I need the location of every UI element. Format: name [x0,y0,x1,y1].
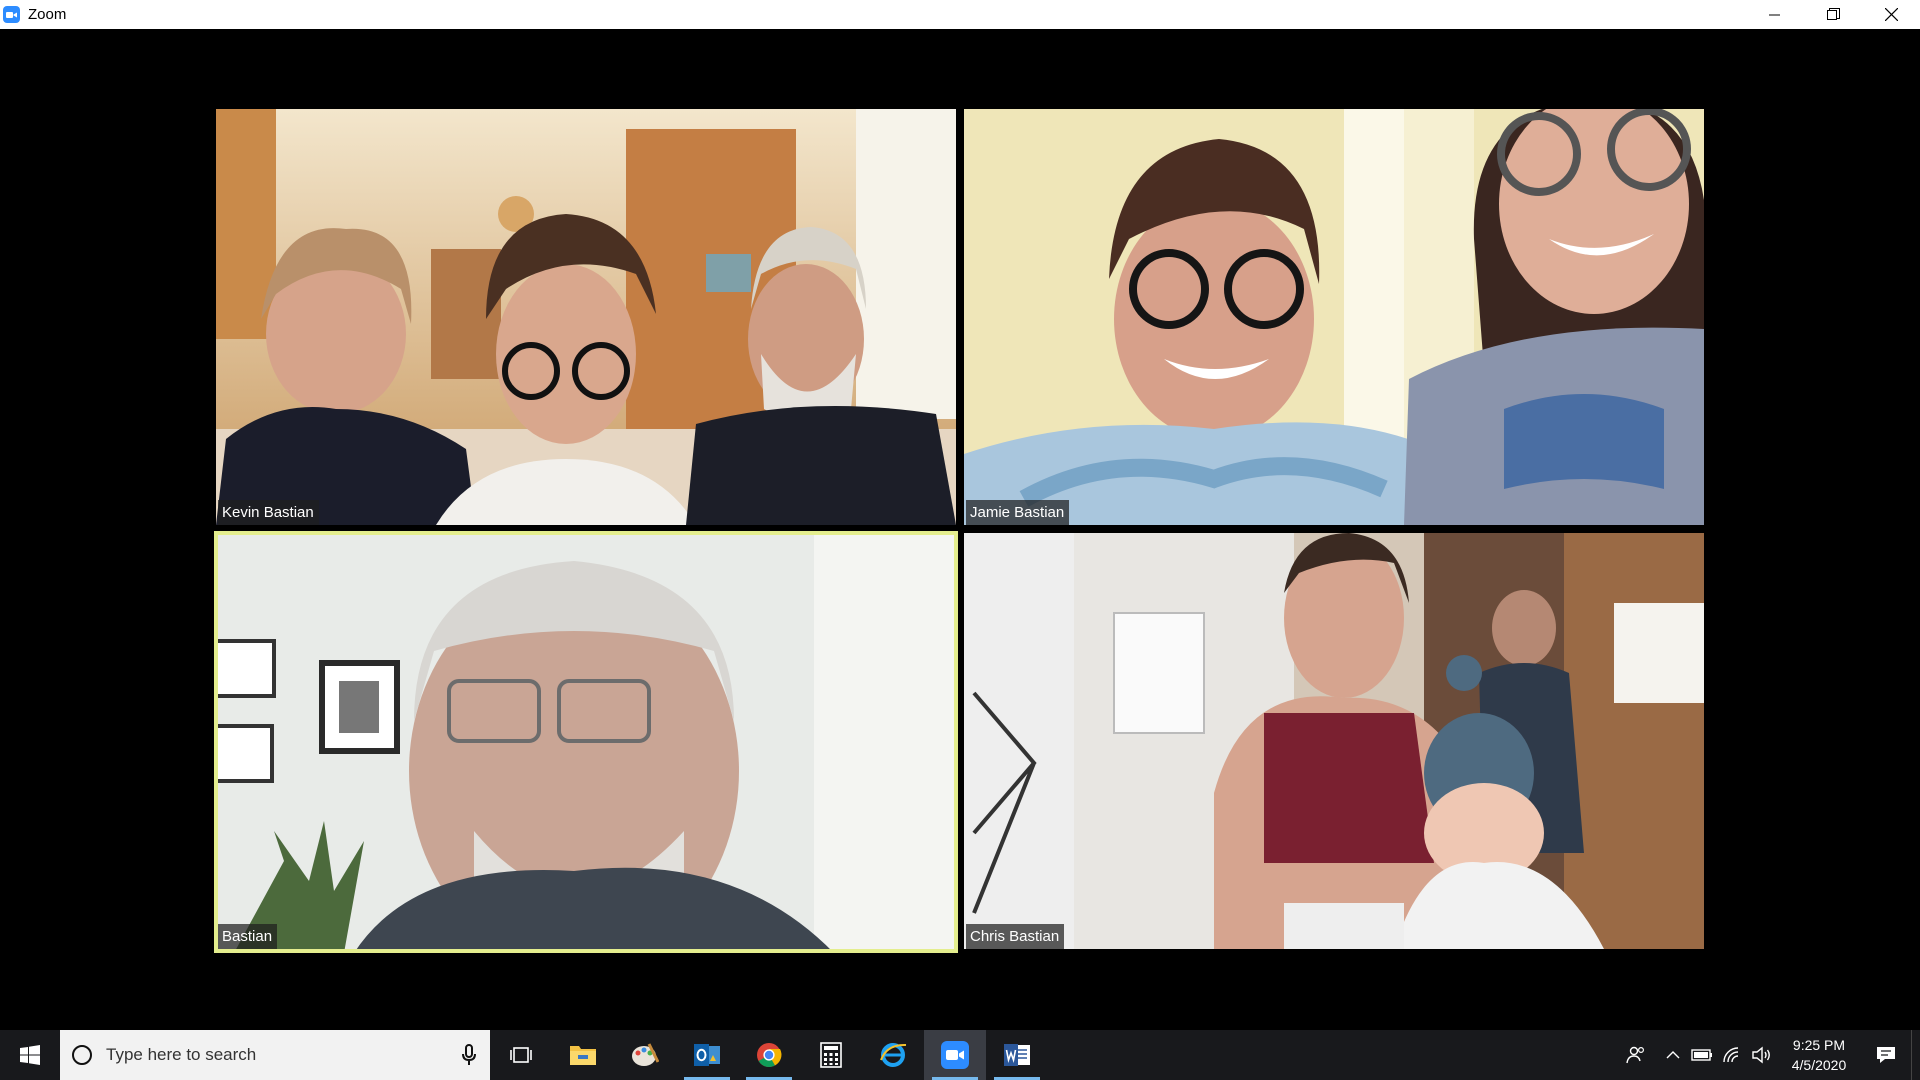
notification-icon [1877,1047,1895,1063]
search-placeholder: Type here to search [106,1045,257,1064]
video-tile-jamie[interactable]: Jamie Bastian [964,109,1704,525]
folder-icon [570,1046,596,1065]
chevron-up-icon [1666,1051,1680,1059]
volume-indicator[interactable] [1747,1030,1777,1080]
system-tray: 9:25 PM 4/5/2020 [1613,1030,1920,1080]
window-titlebar: Zoom [0,0,1920,29]
zoom-app-icon [3,6,20,23]
participant-name-tag: Chris Bastian [966,924,1065,949]
task-view-icon [510,1047,532,1063]
minimize-icon [1769,14,1780,15]
cortana-icon [72,1045,92,1065]
participant-name-tag: Bastian [218,924,278,949]
internet-explorer-icon [880,1043,907,1067]
video-feed-image [964,109,1704,525]
video-tile-bastian[interactable]: Bastian [214,531,958,953]
outlook-icon [694,1044,720,1066]
window-title: Zoom [28,6,67,23]
chrome-icon [757,1043,782,1068]
network-indicator[interactable] [1717,1030,1747,1080]
restore-button[interactable] [1804,0,1862,29]
video-tile-chris[interactable]: Chris Bastian [964,533,1704,949]
video-gallery: Kevin Bastian Jamie Bastian Bastian Chri… [0,29,1920,1030]
windows-taskbar: Type here to search 9:25 PM 4/5/2020 [0,1030,1920,1080]
chrome-button[interactable] [738,1030,800,1080]
show-hidden-icons-button[interactable] [1659,1030,1687,1080]
battery-icon [1691,1049,1712,1061]
video-feed-image [964,533,1704,949]
video-tile-kevin[interactable]: Kevin Bastian [216,109,956,525]
close-window-button[interactable] [1862,0,1920,29]
paint-palette-icon [632,1043,659,1066]
start-button[interactable] [0,1030,60,1080]
zoom-taskbar-button[interactable] [924,1030,986,1080]
calculator-button[interactable] [800,1030,862,1080]
participant-name-tag: Jamie Bastian [966,500,1070,525]
calculator-icon [820,1042,842,1068]
internet-explorer-button[interactable] [862,1030,924,1080]
participant-name-tag: Kevin Bastian [218,500,319,525]
paint-button[interactable] [614,1030,676,1080]
file-explorer-button[interactable] [552,1030,614,1080]
microphone-icon[interactable] [462,1044,476,1066]
zoom-icon [941,1041,969,1069]
show-desktop-button[interactable] [1911,1030,1920,1080]
word-icon [1004,1044,1030,1066]
outlook-button[interactable] [676,1030,738,1080]
restore-icon [1826,8,1840,20]
battery-indicator[interactable] [1687,1030,1717,1080]
video-feed-image [216,109,956,525]
taskbar-search-box[interactable]: Type here to search [60,1030,490,1080]
clock-date: 4/5/2020 [1791,1057,1847,1073]
windows-logo-icon [20,1045,40,1065]
close-icon [1884,8,1898,21]
action-center-button[interactable] [1861,1030,1911,1080]
taskbar-clock[interactable]: 9:25 PM 4/5/2020 [1777,1030,1861,1080]
word-button[interactable] [986,1030,1048,1080]
speaker-volume-icon [1752,1046,1770,1064]
people-button[interactable] [1613,1030,1659,1080]
video-feed-image [214,531,958,953]
wifi-icon [1723,1047,1739,1063]
task-view-button[interactable] [490,1030,552,1080]
clock-time: 9:25 PM [1792,1037,1846,1053]
people-icon [1626,1046,1645,1064]
minimize-button[interactable] [1746,0,1804,29]
